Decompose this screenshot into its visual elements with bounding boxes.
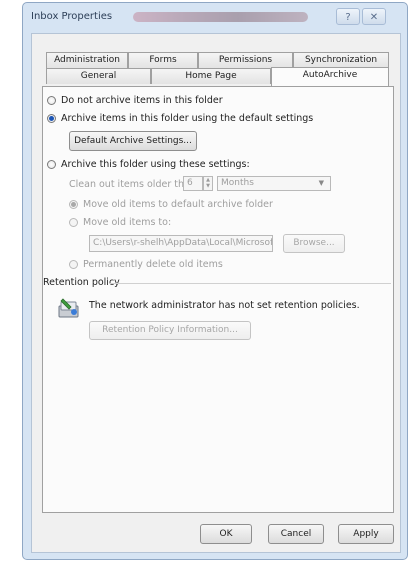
default-archive-option[interactable]: Archive items in this folder using the d… xyxy=(47,113,313,124)
no-archive-radio[interactable] xyxy=(47,96,56,105)
ok-button[interactable]: OK xyxy=(200,524,252,544)
permanently-delete-radio[interactable] xyxy=(69,260,78,269)
permanently-delete-label: Permanently delete old items xyxy=(83,259,223,270)
custom-archive-label: Archive this folder using these settings… xyxy=(61,159,250,170)
cancel-button[interactable]: Cancel xyxy=(268,524,324,544)
retention-divider xyxy=(109,283,391,284)
custom-archive-option[interactable]: Archive this folder using these settings… xyxy=(47,159,250,170)
retention-policy-icon xyxy=(57,297,81,319)
move-to-label: Move old items to: xyxy=(83,217,172,228)
window-title: Inbox Properties xyxy=(31,11,113,22)
tab-permissions[interactable]: Permissions xyxy=(198,52,293,68)
tab-general[interactable]: General xyxy=(46,68,151,84)
custom-archive-radio[interactable] xyxy=(47,160,56,169)
apply-button[interactable]: Apply xyxy=(338,524,394,544)
tab-home-page[interactable]: Home Page xyxy=(151,68,271,84)
archive-path-input[interactable]: C:\Users\r-shelh\AppData\Local\Microsoft xyxy=(89,235,273,252)
clean-out-label: Clean out items older than xyxy=(69,179,196,190)
move-default-label: Move old items to default archive folder xyxy=(83,199,273,210)
default-archive-label: Archive items in this folder using the d… xyxy=(61,113,314,124)
retention-message: The network administrator has not set re… xyxy=(89,300,360,311)
dialog-client-area: Administration Forms Permissions Synchro… xyxy=(31,33,401,553)
tab-administration[interactable]: Administration xyxy=(46,52,128,68)
clean-out-number-input[interactable]: 6 xyxy=(183,176,203,191)
move-to-option[interactable]: Move old items to: xyxy=(69,217,171,228)
permanently-delete-option[interactable]: Permanently delete old items xyxy=(69,259,223,270)
autoarchive-panel: Do not archive items in this folder Arch… xyxy=(42,86,394,513)
help-icon[interactable]: ? xyxy=(336,8,360,25)
tab-autoarchive[interactable]: AutoArchive xyxy=(271,67,389,86)
no-archive-label: Do not archive items in this folder xyxy=(61,95,223,106)
clean-out-unit-select[interactable]: Months ▼ xyxy=(217,176,331,191)
chevron-down-icon: ▼ xyxy=(318,179,324,187)
close-icon[interactable]: ✕ xyxy=(362,8,386,25)
move-to-radio[interactable] xyxy=(69,218,78,227)
blurred-title-region xyxy=(133,12,308,22)
tab-synchronization[interactable]: Synchronization xyxy=(293,52,389,68)
no-archive-option[interactable]: Do not archive items in this folder xyxy=(47,95,223,106)
title-bar[interactable]: Inbox Properties ? ✕ xyxy=(23,3,407,33)
tab-forms[interactable]: Forms xyxy=(128,52,198,68)
move-default-radio[interactable] xyxy=(69,200,78,209)
retention-policy-info-button[interactable]: Retention Policy Information... xyxy=(89,321,251,340)
clean-out-unit-value: Months xyxy=(221,178,254,188)
browse-button[interactable]: Browse... xyxy=(283,234,345,253)
move-default-option[interactable]: Move old items to default archive folder xyxy=(69,199,273,210)
default-archive-settings-button[interactable]: Default Archive Settings... xyxy=(69,131,197,151)
properties-dialog: Inbox Properties ? ✕ Administration Form… xyxy=(22,2,408,560)
default-archive-radio[interactable] xyxy=(47,114,56,123)
clean-out-spinner[interactable]: ▲ ▼ xyxy=(203,176,213,191)
